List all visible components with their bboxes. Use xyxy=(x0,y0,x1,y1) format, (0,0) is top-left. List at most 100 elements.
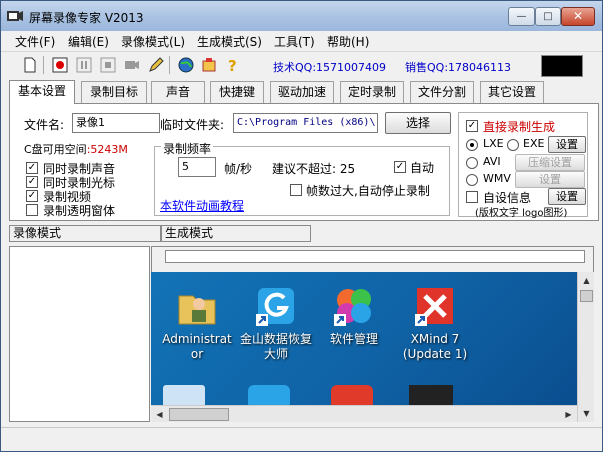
fps-input[interactable]: 5 xyxy=(178,157,216,177)
record-transparent-checkbox[interactable] xyxy=(26,204,38,216)
settings-tabs: 基本设置 录制目标 声音 快捷键 驱动加速 定时录制 文件分割 其它设置 xyxy=(9,80,599,104)
pen-icon[interactable] xyxy=(147,56,165,74)
partial-icon xyxy=(331,385,373,405)
record-mode-tab[interactable]: 录像模式 xyxy=(9,225,161,242)
menu-generate-mode[interactable]: 生成模式(S) xyxy=(197,33,262,50)
fps-suggest-label: 建议不超过: 25 xyxy=(272,162,356,176)
close-button[interactable]: ✕ xyxy=(561,7,595,26)
partial-icon xyxy=(163,385,205,405)
sales-qq-label: 销售QQ:178046113 xyxy=(405,61,512,74)
tab-sound[interactable]: 声音 xyxy=(151,81,205,103)
user-folder-icon xyxy=(178,295,216,325)
scroll-down-icon[interactable]: ▼ xyxy=(578,405,595,422)
tab-other-settings[interactable]: 其它设置 xyxy=(480,81,544,103)
lxe-label: LXE xyxy=(483,137,504,150)
disk-space-value: :5243M xyxy=(86,143,128,156)
tab-basic-settings[interactable]: 基本设置 xyxy=(9,80,75,104)
menu-file[interactable]: 文件(F) xyxy=(15,33,55,50)
toolbar-separator xyxy=(43,56,44,74)
auto-fps-checkbox[interactable]: ✓ xyxy=(394,161,406,173)
scroll-left-icon[interactable]: ◀ xyxy=(151,406,168,423)
avi-label: AVI xyxy=(483,155,501,168)
menu-tools[interactable]: 工具(T) xyxy=(274,33,315,50)
menu-help[interactable]: 帮助(H) xyxy=(327,33,369,50)
stop-icon[interactable] xyxy=(99,56,117,74)
desktop-icon-administrator[interactable]: Administrat or xyxy=(156,284,238,362)
desktop-icon-label: XMind 7 (Update 1) xyxy=(402,332,468,361)
wmv-label: WMV xyxy=(483,172,511,185)
toolbar: ? 技术QQ:1571007409 销售QQ:178046113 xyxy=(1,51,602,79)
new-file-icon[interactable] xyxy=(21,56,39,74)
help-icon[interactable]: ? xyxy=(223,56,241,74)
xmind-icon xyxy=(415,288,453,326)
desktop-preview: Administrat or 金山数据恢复大师 软件管理 XMind 7 (Up… xyxy=(151,272,577,405)
fps-group-title: 录制频率 xyxy=(161,140,214,157)
custom-info-settings-button[interactable]: 设置 xyxy=(548,188,586,205)
disk-space-label: C盘可用空间:5243M xyxy=(24,141,128,157)
desktop-icon-data-recovery[interactable]: 金山数据恢复大师 xyxy=(235,284,317,362)
svg-text:?: ? xyxy=(228,57,237,74)
scroll-thumb[interactable] xyxy=(580,290,593,302)
wmv-settings-button[interactable]: 设置 xyxy=(515,171,585,188)
tutorial-link[interactable]: 本软件动画教程 xyxy=(160,197,244,214)
exe-radio[interactable] xyxy=(507,139,519,151)
record-icon[interactable] xyxy=(51,56,69,74)
desktop-icon-label: 金山数据恢复大师 xyxy=(239,332,312,361)
title-bar[interactable]: 屏幕录像专家 V2013 — □ ✕ xyxy=(1,1,602,31)
partial-icon xyxy=(248,385,290,405)
tab-hotkeys[interactable]: 快捷键 xyxy=(210,81,264,103)
direct-record-checkbox[interactable]: ✓ xyxy=(466,120,478,132)
minimize-button[interactable]: — xyxy=(508,7,535,26)
playback-progress-bar[interactable] xyxy=(165,250,585,263)
lxe-radio[interactable] xyxy=(466,139,478,151)
tab-scheduled-record[interactable]: 定时录制 xyxy=(340,81,404,103)
exe-label: EXE xyxy=(523,137,545,150)
wmv-radio[interactable] xyxy=(466,174,478,186)
menu-record-mode[interactable]: 录像模式(L) xyxy=(121,33,185,50)
tab-file-split[interactable]: 文件分割 xyxy=(410,81,474,103)
menu-bar: 文件(F) 编辑(E) 录像模式(L) 生成模式(S) 工具(T) 帮助(H) xyxy=(1,31,602,51)
record-transparent-label: 录制透明窗体 xyxy=(43,204,116,218)
partial-icon xyxy=(409,385,453,405)
filename-label: 文件名: xyxy=(24,118,65,132)
software-manager-icon xyxy=(334,289,371,326)
compress-settings-button[interactable]: 压缩设置 xyxy=(515,154,585,171)
pause-icon[interactable] xyxy=(75,56,93,74)
generate-mode-tab[interactable]: 生成模式 xyxy=(161,225,311,242)
auto-stop-checkbox[interactable] xyxy=(290,184,302,196)
data-recovery-icon xyxy=(256,288,294,326)
tab-record-target[interactable]: 录制目标 xyxy=(81,81,147,103)
filename-input[interactable]: 录像1 xyxy=(72,113,160,133)
tech-qq-label: 技术QQ:1571007409 xyxy=(273,61,387,74)
status-bar xyxy=(1,427,602,451)
fps-unit-label: 帧/秒 xyxy=(224,162,253,176)
basic-settings-panel: 文件名: 录像1 临时文件夹: C:\Program Files (x86)\ … xyxy=(9,103,599,221)
temp-folder-input[interactable]: C:\Program Files (x86)\ xyxy=(233,113,378,133)
register-icon[interactable] xyxy=(200,56,218,74)
record-video-checkbox[interactable]: ✓ xyxy=(26,190,38,202)
scroll-thumb[interactable] xyxy=(169,408,229,421)
horizontal-scrollbar[interactable]: ◀ ▶ xyxy=(151,405,577,422)
browse-button[interactable]: 选择 xyxy=(385,112,451,134)
record-cursor-checkbox[interactable]: ✓ xyxy=(26,176,38,188)
desktop-icon-xmind[interactable]: XMind 7 (Update 1) xyxy=(394,284,476,362)
auto-fps-label: 自动 xyxy=(410,161,435,175)
recording-list-pane[interactable] xyxy=(9,246,150,422)
globe-icon[interactable] xyxy=(177,56,195,74)
scroll-right-icon[interactable]: ▶ xyxy=(560,406,577,423)
record-sound-checkbox[interactable]: ✓ xyxy=(26,162,38,174)
vertical-scrollbar[interactable]: ▲ ▼ xyxy=(577,272,594,422)
avi-radio[interactable] xyxy=(466,157,478,169)
scroll-up-icon[interactable]: ▲ xyxy=(578,272,595,289)
menu-edit[interactable]: 编辑(E) xyxy=(68,33,109,50)
maximize-button[interactable]: □ xyxy=(535,7,561,26)
desktop-icon-label: 软件管理 xyxy=(329,332,378,346)
tab-driver-acceleration[interactable]: 驱动加速 xyxy=(270,81,334,103)
desktop-icon-label: Administrat or xyxy=(162,332,232,361)
copyright-note: (版权文字 logo图形) xyxy=(475,208,568,219)
window-title: 屏幕录像专家 V2013 xyxy=(29,11,144,25)
camera-icon[interactable] xyxy=(123,56,141,74)
desktop-icon-software-manager[interactable]: 软件管理 xyxy=(313,284,395,347)
format-settings-button[interactable]: 设置 xyxy=(548,136,586,153)
custom-info-checkbox[interactable] xyxy=(466,191,478,203)
